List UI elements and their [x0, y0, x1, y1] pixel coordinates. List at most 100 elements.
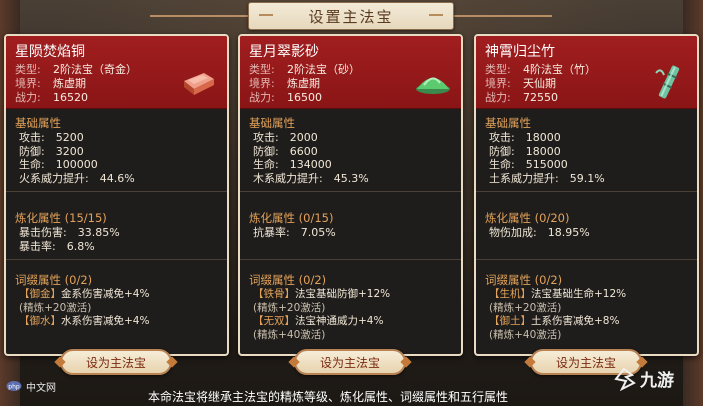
refine-attributes-title: 炼化属性 (0/20) [485, 211, 570, 225]
affix-attributes-title: 词缀属性 (0/2) [485, 273, 563, 287]
affix-tag: 【生机】 [489, 288, 531, 300]
attr-row: 土系威力提升: 59.1% [489, 171, 605, 185]
title-banner: 设置主法宝 [248, 2, 454, 30]
affix-tag: 【御金】 [19, 288, 61, 300]
affix-text: 水系伤害减免+4% [61, 315, 150, 327]
set-main-treasure-button-1[interactable]: 设为主法宝 [60, 349, 172, 375]
affix-attributes-title: 词缀属性 (0/2) [15, 273, 93, 287]
affix-sub: (精炼+40激活) [253, 328, 326, 341]
divider [240, 191, 461, 192]
attr-row: 暴击率: 6.8% [19, 239, 95, 253]
treasure-name: 星陨焚焰铜 [15, 44, 85, 60]
page-title: 设置主法宝 [308, 7, 394, 26]
attr-row: 木系威力提升: 45.3% [253, 171, 369, 185]
title-ornament-left [259, 14, 273, 20]
card-header: 星月翠影砂 类型: 2阶法宝（砂） 境界: 炼虚期 战力: 16500 [240, 36, 461, 109]
attr-row: 生命: 515000 [489, 158, 568, 171]
title-line-right [454, 15, 552, 17]
divider [476, 259, 697, 260]
realm-label: 境界: [485, 77, 511, 90]
affix-attributes: 【生机】法宝基础生命+12% (精炼+20激活) 【御土】土系伤害减免+8% (… [489, 288, 626, 342]
affix-sub: (精炼+20激活) [253, 301, 326, 314]
bamboo-icon [649, 62, 689, 102]
base-attributes: 攻击: 5200 防御: 3200 生命: 100000 火系威力提升: 44.… [19, 131, 135, 185]
footer-hint: 本命法宝将继承主法宝的精炼等级、炼化属性、词缀属性和五行属性 [148, 390, 509, 404]
treasure-card-2[interactable]: 星月翠影砂 类型: 2阶法宝（砂） 境界: 炼虚期 战力: 16500 基础属性 攻击… [238, 34, 463, 356]
type-value: 4阶法宝（竹） [523, 63, 596, 76]
affix-text: 金系伤害减免+4% [61, 288, 150, 300]
attr-row: 生命: 134000 [253, 158, 332, 171]
type-label: 类型: [249, 63, 275, 76]
card-header: 神霄归尘竹 类型: 4阶法宝（竹） 境界: 天仙期 战力: 72550 [476, 36, 697, 109]
power-value: 16500 [287, 91, 322, 104]
attr-row: 抗暴率: 7.05% [253, 226, 336, 239]
type-label: 类型: [485, 63, 511, 76]
attr-row: 物伤加成: 18.95% [489, 226, 590, 239]
attr-row: 防御: 18000 [489, 144, 561, 158]
attr-row: 防御: 3200 [19, 144, 84, 158]
attr-row: 攻击: 18000 [489, 131, 561, 144]
base-attributes-title: 基础属性 [249, 116, 295, 130]
watermark-left: php 中文网 [6, 378, 56, 394]
type-value: 2阶法宝（奇金） [53, 63, 137, 76]
power-label: 战力: [249, 91, 275, 104]
treasure-info: 类型: 4阶法宝（竹） 境界: 天仙期 战力: 72550 [485, 63, 596, 105]
title-line-left [150, 15, 248, 17]
watermark-right: 九游 [612, 366, 674, 391]
attr-row: 攻击: 5200 [19, 131, 84, 144]
refine-attributes-title: 炼化属性 (15/15) [15, 211, 107, 225]
affix-sub: (精炼+20激活) [19, 301, 92, 314]
treasure-name: 神霄归尘竹 [485, 44, 555, 60]
affix-tag: 【铁骨】 [253, 288, 295, 300]
realm-value: 天仙期 [523, 77, 556, 90]
divider [476, 191, 697, 192]
card-header: 星陨焚焰铜 类型: 2阶法宝（奇金） 境界: 炼虚期 战力: 16520 [6, 36, 227, 109]
divider [6, 259, 227, 260]
attr-row: 暴击伤害: 33.85% [19, 226, 120, 239]
watermark-text-left: 中文网 [26, 382, 56, 394]
jiuyou-logo-icon [614, 367, 636, 391]
realm-value: 炼虚期 [53, 77, 86, 90]
affix-text: 法宝神通威力+4% [295, 315, 384, 327]
power-label: 战力: [15, 91, 41, 104]
refine-attributes-title: 炼化属性 (0/15) [249, 211, 334, 225]
set-main-treasure-button-2[interactable]: 设为主法宝 [294, 349, 406, 375]
base-attributes: 攻击: 18000 防御: 18000 生命: 515000 土系威力提升: 5… [489, 131, 605, 185]
type-label: 类型: [15, 63, 41, 76]
php-logo-icon: php [6, 381, 22, 391]
affix-text: 土系伤害减免+8% [531, 315, 620, 327]
attr-row: 防御: 6600 [253, 144, 318, 158]
treasure-card-3[interactable]: 神霄归尘竹 类型: 4阶法宝（竹） 境界: 天仙期 战力: 72550 基础属性 攻击… [474, 34, 699, 356]
affix-text: 法宝基础防御+12% [295, 288, 391, 300]
copper-ingot-icon [179, 62, 219, 102]
svg-text:php: php [8, 384, 20, 391]
power-value: 16520 [53, 91, 88, 104]
realm-label: 境界: [249, 77, 275, 90]
treasure-info: 类型: 2阶法宝（砂） 境界: 炼虚期 战力: 16500 [249, 63, 360, 105]
affix-tag: 【御土】 [489, 315, 531, 327]
power-value: 72550 [523, 91, 558, 104]
affix-attributes-title: 词缀属性 (0/2) [249, 273, 327, 287]
title-ornament-right [429, 14, 443, 20]
affix-tag: 【无双】 [253, 315, 295, 327]
affix-text: 法宝基础生命+12% [531, 288, 627, 300]
power-label: 战力: [485, 91, 511, 104]
green-sand-pile-icon [413, 62, 453, 102]
realm-label: 境界: [15, 77, 41, 90]
refine-attributes: 物伤加成: 18.95% [489, 226, 590, 240]
refine-attributes: 抗暴率: 7.05% [253, 226, 336, 240]
affix-attributes: 【御金】金系伤害减免+4% (精炼+20激活) 【御水】水系伤害减免+4% [19, 288, 149, 329]
affix-attributes: 【铁骨】法宝基础防御+12% (精炼+20激活) 【无双】法宝神通威力+4% (… [253, 288, 390, 342]
attr-row: 火系威力提升: 44.6% [19, 171, 135, 185]
affix-tag: 【御水】 [19, 315, 61, 327]
refine-attributes: 暴击伤害: 33.85% 暴击率: 6.8% [19, 226, 120, 253]
realm-value: 炼虚期 [287, 77, 320, 90]
attr-row: 生命: 100000 [19, 158, 98, 171]
base-attributes-title: 基础属性 [15, 116, 61, 130]
treasure-name: 星月翠影砂 [249, 44, 319, 60]
affix-sub: (精炼+40激活) [489, 328, 562, 341]
divider [240, 259, 461, 260]
attr-row: 攻击: 2000 [253, 131, 318, 144]
type-value: 2阶法宝（砂） [287, 63, 360, 76]
treasure-card-1[interactable]: 星陨焚焰铜 类型: 2阶法宝（奇金） 境界: 炼虚期 战力: 16520 基础属性 攻… [4, 34, 229, 356]
